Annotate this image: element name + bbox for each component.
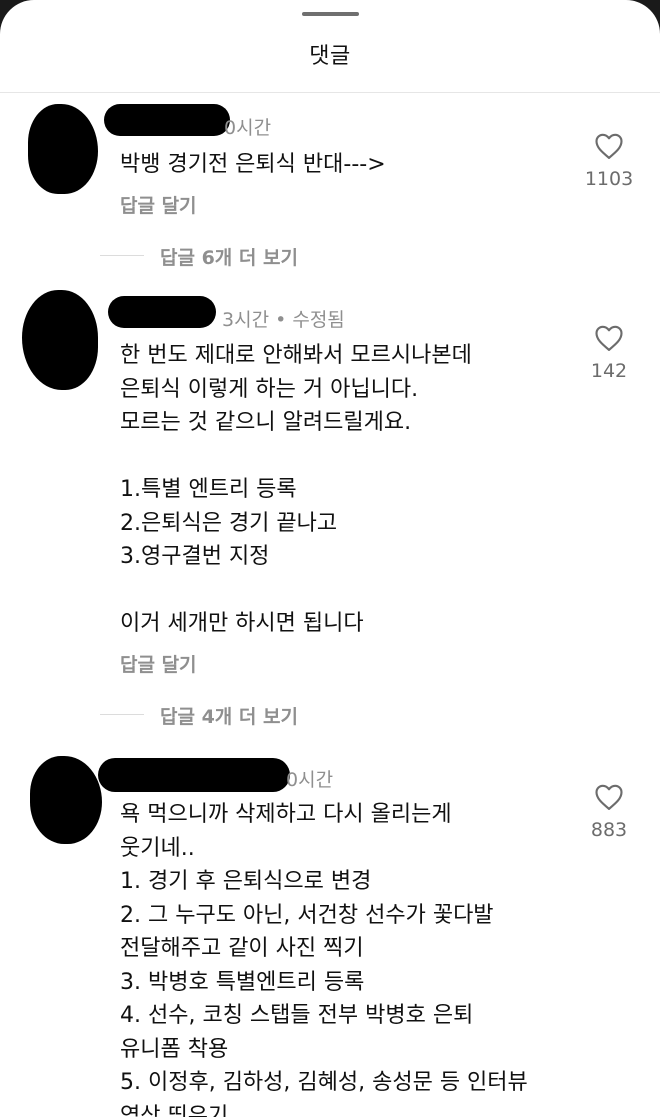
reply-button[interactable]: 답글 달기 [120,650,197,677]
heart-outline-icon [595,133,623,159]
comment-meta: 0시간 [224,117,272,139]
comment-text: 박뱅 경기전 은퇴식 반대---> [120,152,386,177]
comment-meta: 3시간 • 수정됨 [222,309,345,331]
reply-button[interactable]: 답글 달기 [120,191,197,218]
like-button[interactable]: 883 [574,783,644,841]
replies-divider-line [100,255,144,256]
replies-divider-line [100,714,144,715]
sheet-drag-handle[interactable] [302,12,359,16]
comment-meta: 0시간 [286,769,334,791]
header-divider [0,92,660,93]
view-more-replies-label: 답글 4개 더 보기 [160,706,298,728]
redacted-username [104,104,230,136]
like-count: 1103 [584,168,634,190]
heart-outline-icon [595,325,623,351]
redacted-username [108,296,216,328]
avatar[interactable] [22,290,98,390]
like-button[interactable]: 142 [574,324,644,382]
like-count: 883 [590,819,628,841]
comments-sheet: 댓글 0시간 박뱅 경기전 은퇴식 반대---> 답글 달기 1103 답글 6… [0,0,660,1117]
heart-outline-icon [595,784,623,810]
sheet-title: 댓글 [309,44,351,69]
like-button[interactable]: 1103 [574,132,644,190]
redacted-username [98,758,290,792]
like-count: 142 [590,360,628,382]
avatar[interactable] [30,756,102,844]
avatar[interactable] [28,104,98,194]
comment-text: 욕 먹으니까 삭제하고 다시 올리는게 웃기네.. 1. 경기 후 은퇴식으로 … [120,802,528,1117]
view-more-replies-label: 답글 6개 더 보기 [160,247,298,269]
comment-text: 한 번도 제대로 안해봐서 모르시나본데 은퇴식 이렇게 하는 거 아닙니다. … [120,343,472,636]
